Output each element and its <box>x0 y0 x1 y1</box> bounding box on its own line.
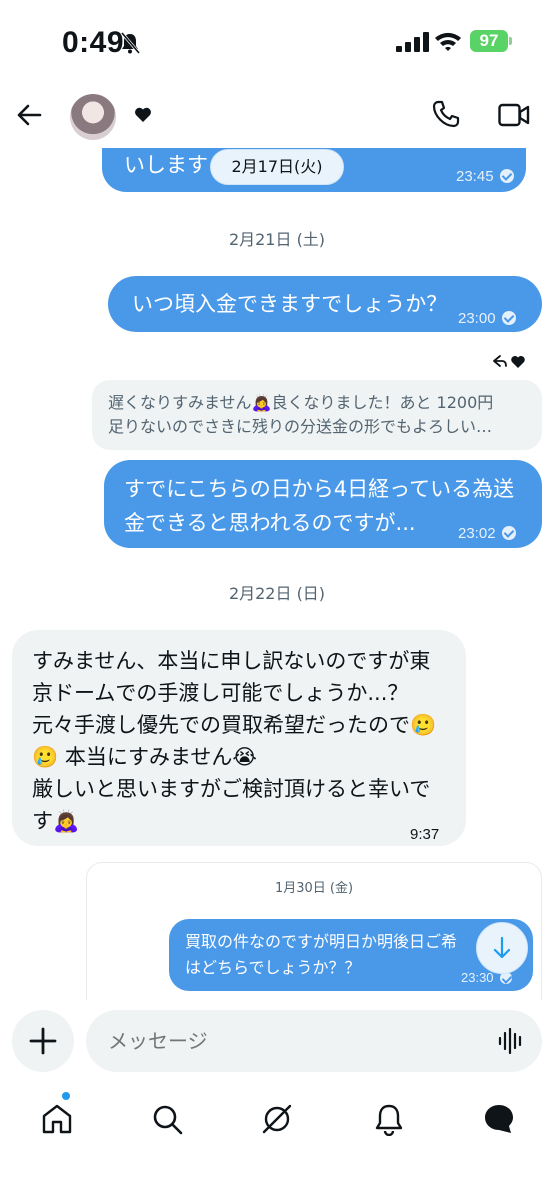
quoted-reply[interactable]: 遅くなりすみません🙇‍♀️良くなりました！あと 1200円 足りないのでさきに残… <box>92 380 542 450</box>
video-call-icon[interactable] <box>498 102 530 128</box>
heart-icon <box>135 107 151 122</box>
message-meta: 23:02 <box>458 517 516 551</box>
scroll-to-bottom-button[interactable] <box>476 922 528 974</box>
floating-date-pill: 2月17日(火) <box>210 149 344 185</box>
message-text-line: すみません、本当に申し訳ないのですが東 <box>32 649 431 673</box>
messages-icon[interactable] <box>482 1102 516 1136</box>
notifications-icon[interactable] <box>372 1102 406 1136</box>
message-input[interactable] <box>86 1010 542 1072</box>
bottom-tab-bar <box>0 1082 554 1200</box>
message-text-line: 京ドームでの手渡し可能でしょうか...？ <box>32 681 409 705</box>
message-meta: 23:00 <box>458 302 516 336</box>
date-separator: 2月21日 (土) <box>228 230 326 249</box>
battery-indicator: 97 <box>470 30 508 52</box>
message-time: 23:45 <box>456 168 494 185</box>
message-text-line: すでにこちらの日から4日経っている為送 <box>124 477 515 501</box>
cellular-signal-icon <box>396 32 429 52</box>
message-text-line: 厳しいと思いますがご検討頂けると幸いで <box>32 777 431 801</box>
message-text: いつ頃入金できますでしょうか？ <box>132 292 448 316</box>
message-text-line: す🙇‍♀️ <box>32 809 80 833</box>
sent-check-icon <box>501 526 516 540</box>
message-time: 23:00 <box>458 310 496 327</box>
back-arrow-icon[interactable] <box>16 102 42 128</box>
wifi-icon <box>435 32 461 51</box>
grok-icon[interactable] <box>260 1102 294 1136</box>
arrow-down-icon <box>493 936 511 959</box>
status-time: 0:49 <box>62 26 125 59</box>
quoted-message-line: 買取の件なのですが明日か明後日ご希 <box>185 932 458 951</box>
attach-button[interactable] <box>12 1010 74 1072</box>
home-icon[interactable] <box>40 1102 74 1136</box>
quoted-reply-line: 遅くなりすみません🙇‍♀️良くなりました！あと 1200円 <box>108 393 494 412</box>
conversation-header <box>0 86 554 148</box>
outgoing-message[interactable]: いつ頃入金できますでしょうか？ 23:00 <box>108 276 542 332</box>
reply-reaction-icon <box>493 355 525 368</box>
message-composer <box>0 1000 554 1082</box>
quoted-conversation-card: 1月30日 (金) 買取の件なのですが明日か明後日ご希 はどちらでしょうか？？ … <box>86 862 542 1002</box>
bell-off-icon <box>120 32 140 54</box>
message-text-line: 🥲 本当にすみません😭 <box>32 745 257 769</box>
quoted-reply-line: 足りないのでさきに残りの分送金の形でもよろしい… <box>108 417 493 436</box>
notification-dot <box>62 1092 70 1100</box>
battery-tip <box>509 37 512 45</box>
voice-message-icon[interactable] <box>498 1028 524 1054</box>
message-text-line: 元々手渡し優先での買取希望だったので🥲 <box>32 713 437 737</box>
message-time: 9:37 <box>410 826 440 843</box>
sent-check-icon <box>501 311 516 325</box>
sent-check-icon <box>499 169 514 183</box>
phone-call-icon[interactable] <box>432 100 460 128</box>
plus-icon <box>29 1027 57 1055</box>
outgoing-message[interactable]: すでにこちらの日から4日経っている為送 金できると思われるのですが... 23:… <box>104 460 542 548</box>
quoted-date-separator: 1月30日 (金) <box>274 881 354 896</box>
message-text: いします <box>124 153 208 177</box>
incoming-message[interactable]: すみません、本当に申し訳ないのですが東 京ドームでの手渡し可能でしょうか...？… <box>12 630 466 846</box>
status-bar: 0:49 97 <box>0 0 554 86</box>
search-icon[interactable] <box>150 1102 184 1136</box>
message-time: 23:02 <box>458 525 496 542</box>
quoted-message-line: はどちらでしょうか？？ <box>185 958 361 977</box>
message-text-line: 金できると思われるのですが... <box>124 511 416 535</box>
contact-avatar[interactable] <box>70 94 116 140</box>
message-meta: 23:45 <box>456 160 514 194</box>
date-separator: 2月22日 (日) <box>228 584 326 603</box>
